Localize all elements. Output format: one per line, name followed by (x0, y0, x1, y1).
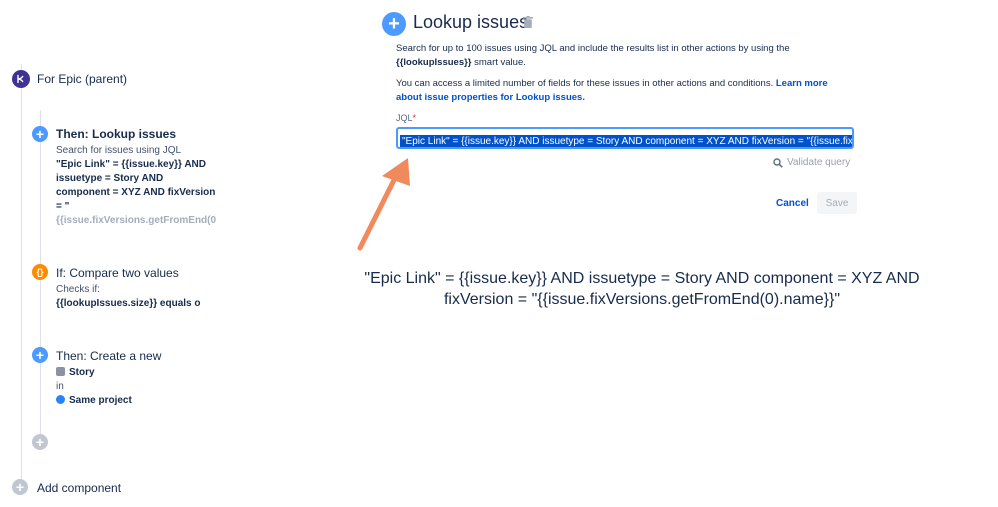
project-line: Same project (56, 394, 132, 408)
search-icon (773, 157, 783, 168)
condition-braces-icon[interactable]: {} (32, 264, 48, 280)
add-component-icon[interactable]: + (12, 479, 28, 495)
summary-line: component = XYZ AND fixVersion (56, 187, 216, 198)
summary-line-faded: {{issue.fixVersions.getFromEnd(0 (56, 215, 217, 226)
project-label: Same project (69, 395, 132, 406)
project-globe-icon (56, 395, 65, 404)
jql-label: JQL* (396, 113, 417, 123)
save-button[interactable]: Save (817, 192, 857, 214)
summary-line: issuetype = Story AND (56, 173, 164, 184)
action-create-summary[interactable]: Story in Same project (56, 366, 132, 408)
action-lookup-summary[interactable]: Search for issues using JQL "Epic Link" … (56, 144, 216, 228)
summary-line: "Epic Link" = {{issue.key}} AND (56, 159, 207, 170)
story-icon (56, 367, 65, 376)
timeline-rail (21, 64, 22, 489)
description-text: You can access a limited number of field… (396, 78, 776, 89)
summary-line: {{lookupIssues.size}} equals o (56, 298, 201, 309)
action-lookup-title[interactable]: Then: Lookup issues (56, 127, 176, 141)
trash-icon[interactable] (523, 16, 533, 28)
condition-summary[interactable]: Checks if: {{lookupIssues.size}} equals … (56, 283, 201, 311)
panel-description-2: You can access a limited number of field… (396, 77, 846, 105)
lookup-plus-icon: + (382, 12, 406, 36)
summary-line: Search for issues using JQL (56, 145, 182, 156)
annotation-line: fixVersion = "{{issue.fixVersions.getFro… (443, 291, 840, 308)
panel-description: Search for up to 100 issues using JQL an… (396, 42, 856, 70)
smart-value: {{lookupIssues}} (396, 57, 472, 68)
jql-selected-text: "Epic Link" = {{issue.key}} AND issuetyp… (400, 135, 852, 147)
annotation-arrow-icon (357, 158, 410, 251)
description-text: Search for up to 100 issues using JQL an… (396, 43, 790, 54)
panel-title: Lookup issues (413, 12, 529, 32)
branch-add-icon[interactable]: + (32, 434, 48, 450)
action-plus-icon[interactable]: + (32, 126, 48, 142)
annotation-line: "Epic Link" = {{issue.key}} AND issuetyp… (364, 270, 920, 287)
required-asterisk: * (412, 113, 417, 123)
jql-input[interactable]: "Epic Link" = {{issue.key}} AND issuetyp… (396, 127, 854, 149)
cancel-button[interactable]: Cancel (768, 193, 817, 213)
summary-line: = " (56, 201, 70, 212)
add-component-label[interactable]: Add component (37, 481, 121, 495)
in-label: in (56, 381, 64, 392)
issue-type-label: Story (69, 367, 95, 378)
epic-trigger-icon[interactable] (12, 70, 30, 88)
summary-line: Checks if: (56, 284, 100, 295)
validate-query-button[interactable]: Validate query (773, 157, 850, 168)
jql-annotation: "Epic Link" = {{issue.key}} AND issuetyp… (340, 268, 944, 310)
action-plus-icon[interactable]: + (32, 347, 48, 363)
validate-query-label: Validate query (787, 157, 851, 168)
issue-type-line: Story (56, 366, 132, 380)
description-text: smart value. (471, 57, 526, 68)
trigger-label[interactable]: For Epic (parent) (37, 72, 127, 86)
action-create-title[interactable]: Then: Create a new (56, 349, 161, 363)
condition-title[interactable]: If: Compare two values (56, 266, 179, 280)
